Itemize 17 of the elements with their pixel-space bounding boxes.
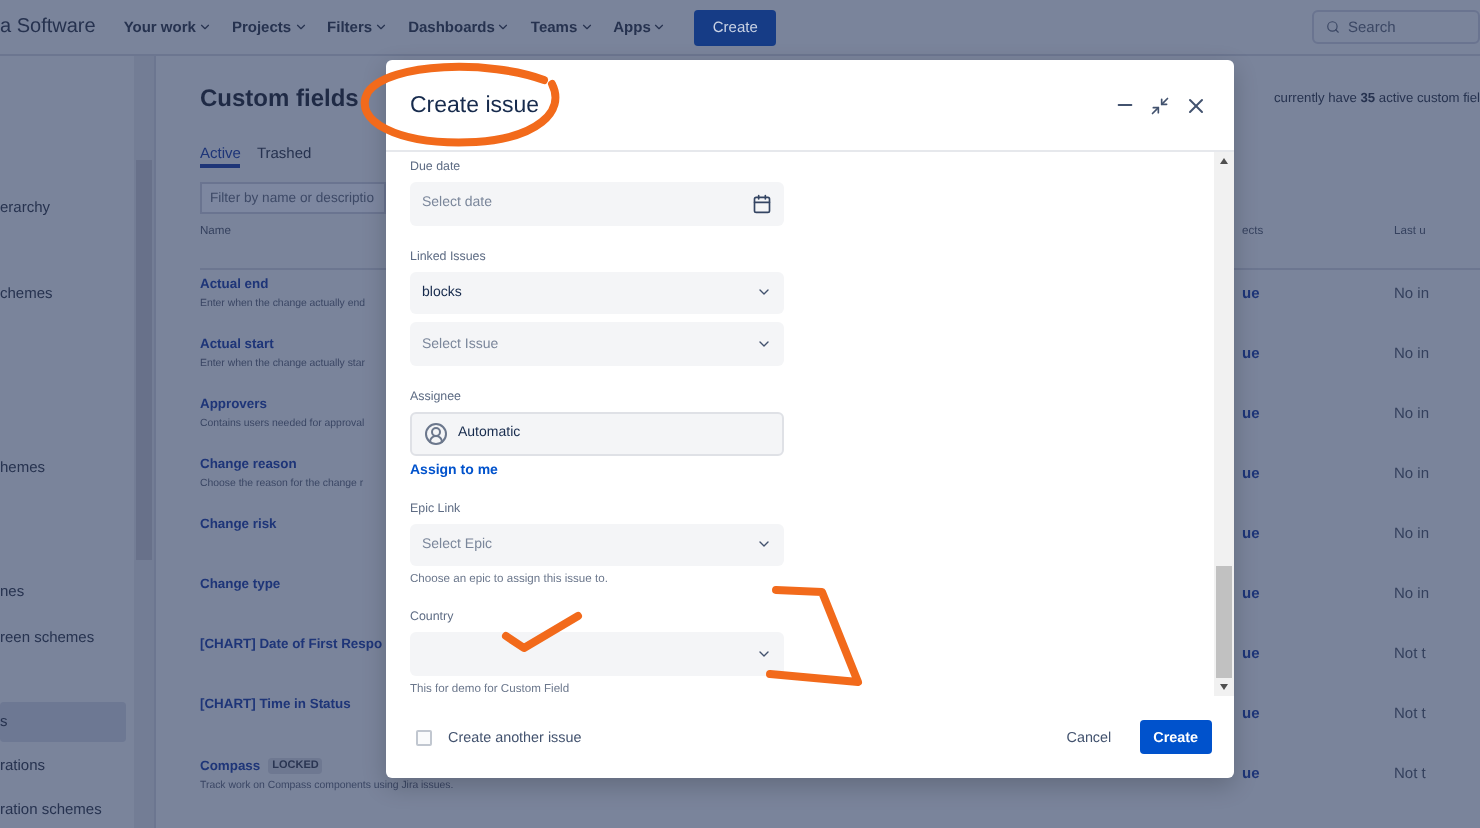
scrollbar[interactable] [1214, 152, 1234, 696]
chevron-down-icon [197, 20, 212, 34]
calendar-icon [752, 193, 772, 214]
chevron-down-icon [579, 20, 594, 34]
hand-drawn-check [502, 612, 582, 652]
chevron-down-icon [293, 20, 308, 34]
select-field[interactable] [410, 632, 784, 676]
chevron-down-icon [652, 20, 667, 34]
avatar-icon [424, 421, 448, 446]
hand-drawn-bracket [766, 586, 862, 686]
page-title: Custom fields [200, 84, 359, 112]
chevron-down-icon [496, 20, 511, 34]
checkbox[interactable] [416, 729, 432, 745]
search-icon [1326, 20, 1340, 34]
brand-name: a Software [0, 16, 96, 38]
dialog-title: Create issue [410, 93, 542, 117]
chevron-down-icon [374, 20, 389, 34]
